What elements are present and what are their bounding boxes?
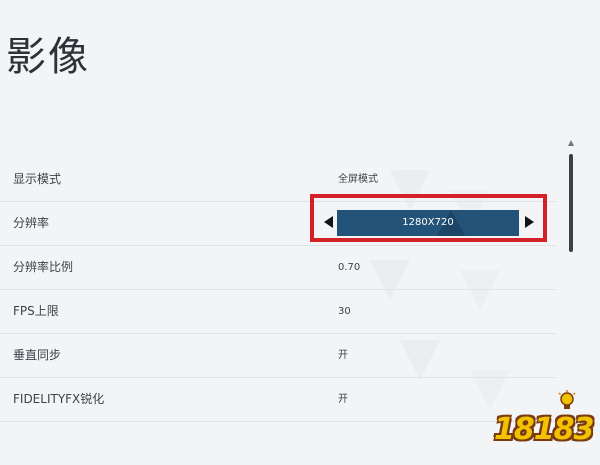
arrow-left-icon[interactable]	[324, 216, 333, 228]
setting-row-resolution-scale[interactable]: 分辨率比例 0.70	[0, 246, 556, 290]
setting-value[interactable]: 开	[338, 334, 348, 377]
setting-label: FPS上限	[13, 304, 59, 318]
resolution-value-box[interactable]: 1280X720	[337, 210, 519, 236]
setting-value[interactable]: 0.70	[338, 246, 360, 289]
setting-value[interactable]: 全屏模式	[338, 158, 378, 201]
setting-value[interactable]: 开	[338, 378, 348, 421]
setting-label: FIDELITYFX锐化	[13, 392, 105, 406]
page-title: 影像	[6, 34, 90, 80]
setting-value[interactable]: 30	[338, 290, 351, 333]
watermark-text: 18183	[494, 412, 594, 447]
setting-row-fps-limit[interactable]: FPS上限 30	[0, 290, 556, 334]
setting-row-resolution[interactable]: 分辨率 1280X720	[0, 202, 556, 246]
settings-list: 显示模式 全屏模式 分辨率 1280X720 分辨率比例 0.70 FPS上限 …	[0, 158, 556, 422]
setting-row-display-mode[interactable]: 显示模式 全屏模式	[0, 158, 556, 202]
resolution-value: 1280X720	[402, 217, 454, 228]
setting-row-vsync[interactable]: 垂直同步 开	[0, 334, 556, 378]
setting-label: 显示模式	[13, 172, 62, 186]
setting-row-fidelityfx[interactable]: FIDELITYFX锐化 开	[0, 378, 556, 422]
scroll-up-icon[interactable]	[568, 140, 574, 146]
resolution-selector[interactable]: 1280X720	[322, 209, 536, 237]
watermark-logo: 18183	[490, 390, 594, 460]
setting-label: 分辨率比例	[13, 260, 74, 274]
scrollbar-thumb[interactable]	[569, 154, 573, 252]
setting-label: 分辨率	[13, 216, 50, 230]
setting-label: 垂直同步	[13, 348, 62, 362]
lightbulb-icon	[558, 390, 576, 409]
arrow-right-icon[interactable]	[525, 216, 534, 228]
